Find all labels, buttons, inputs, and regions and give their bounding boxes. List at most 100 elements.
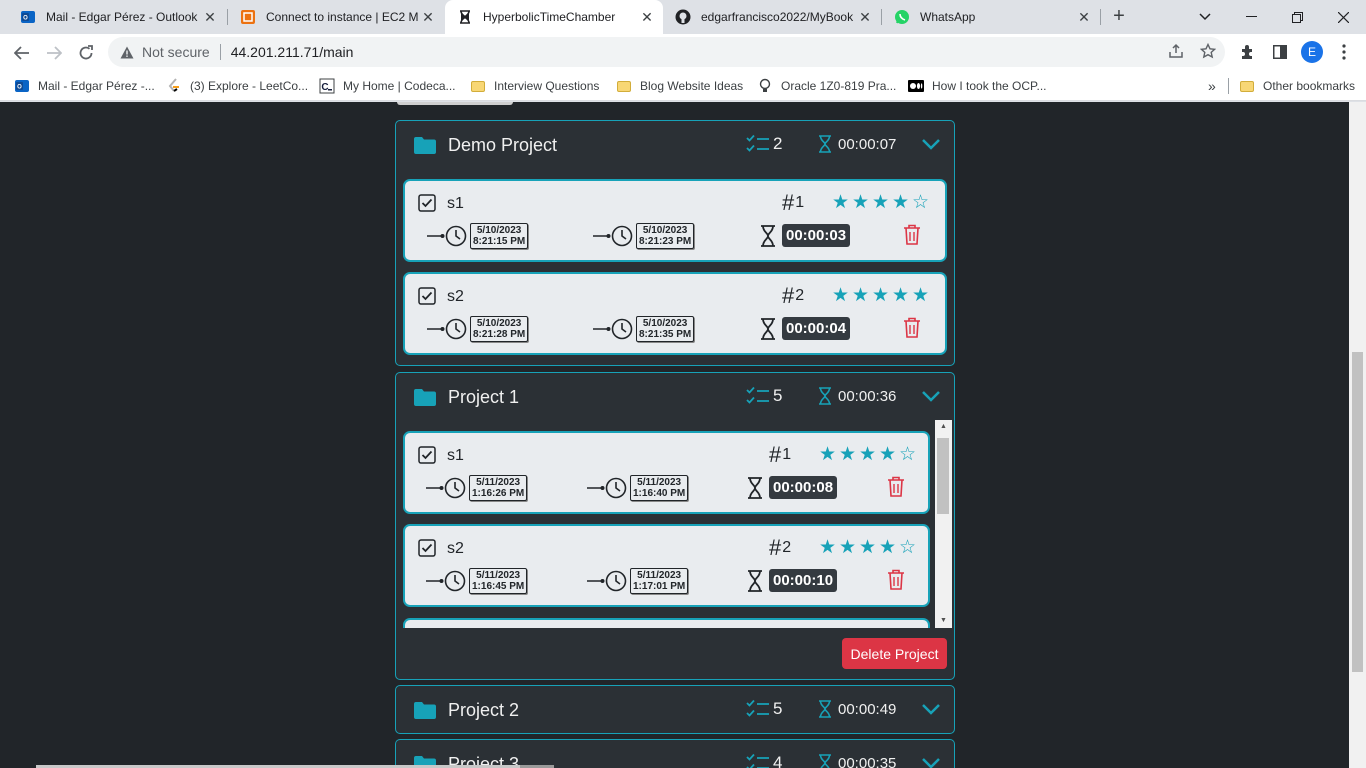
scroll-up-arrow[interactable]: ▲ [935,420,952,434]
other-bookmarks[interactable]: Other bookmarks [1239,76,1355,96]
bookmark-star-icon[interactable] [1199,42,1217,60]
trash-icon[interactable] [903,317,921,339]
trash-icon[interactable] [903,224,921,246]
star-rating[interactable]: ★ ★ ★ ★ ☆ [818,443,917,466]
security-label[interactable]: Not secure [142,44,210,60]
chevron-down-icon[interactable] [921,701,941,717]
warning-icon[interactable] [120,45,134,59]
star-filled-icon[interactable]: ★ [878,536,897,559]
restore-button[interactable] [1274,0,1320,34]
extensions-icon[interactable] [1236,40,1260,64]
tab-outlook[interactable]: O Mail - Edgar Pérez - Outlook ✕ [8,0,226,34]
tab-ec2[interactable]: Connect to instance | EC2 Ma ✕ [228,0,444,34]
total-time-value: 00:00:35 [838,754,897,768]
chevron-down-icon[interactable] [921,136,941,152]
star-filled-icon[interactable]: ★ [818,536,837,559]
star-filled-icon[interactable]: ★ [818,443,837,466]
profile-avatar[interactable]: E [1300,40,1324,64]
close-icon[interactable]: ✕ [855,9,875,26]
page-scrollbar[interactable] [1349,102,1366,768]
close-icon[interactable]: ✕ [418,9,438,26]
star-filled-icon[interactable]: ★ [871,284,890,307]
start-line-icon [427,234,445,238]
bookmark-outlook[interactable]: O Mail - Edgar Pérez -... [14,76,155,96]
bookmark-leetcode[interactable]: (3) Explore - LeetCo... [166,76,308,96]
star-filled-icon[interactable]: ★ [838,443,857,466]
menu-kebab-icon[interactable] [1332,40,1356,64]
bookmark-folder-blog[interactable]: Blog Website Ideas [616,76,743,96]
star-filled-icon[interactable]: ★ [851,284,870,307]
star-filled-icon[interactable]: ★ [831,284,850,307]
star-empty-icon[interactable]: ☆ [911,191,930,214]
scroll-down-arrow[interactable]: ▼ [935,614,952,628]
star-filled-icon[interactable]: ★ [911,284,930,307]
bookmark-codecademy[interactable]: C My Home | Codeca... [319,76,456,96]
project-header[interactable]: Project 1 5 00:00:36 [396,373,954,421]
minimize-button[interactable] [1228,0,1274,34]
trash-icon[interactable] [887,569,905,591]
profile-initial: E [1301,41,1323,63]
star-empty-icon[interactable]: ☆ [898,536,917,559]
checkbox-checked-icon[interactable] [418,446,436,464]
star-filled-icon[interactable]: ★ [838,536,857,559]
star-filled-icon[interactable]: ★ [891,191,910,214]
close-window-button[interactable] [1320,0,1366,34]
star-empty-icon[interactable]: ☆ [898,443,917,466]
close-icon[interactable]: ✕ [200,9,220,26]
chevron-down-icon[interactable] [921,755,941,768]
tab-title: edgarfrancisco2022/MyBook [701,10,854,24]
tab-hyperbolic[interactable]: HyperbolicTimeChamber ✕ [445,0,663,34]
star-rating[interactable]: ★ ★ ★ ★ ☆ [818,536,917,559]
tab-search-button[interactable] [1182,0,1228,34]
scrollbar-thumb[interactable] [1352,352,1363,672]
address-bar[interactable]: Not secure 44.201.211.71/main [108,37,1225,67]
close-icon[interactable]: ✕ [1074,9,1094,26]
forward-button[interactable] [40,39,68,67]
project-header[interactable]: Project 2 5 00:00:49 [396,686,954,734]
bookmark-folder-interview[interactable]: Interview Questions [470,76,599,96]
session-list-scrollbar[interactable]: ▲ ▼ [935,420,952,628]
bookmark-medium[interactable]: How I took the OCP... [908,76,1047,96]
star-filled-icon[interactable]: ★ [891,284,910,307]
chevron-down-icon[interactable] [921,388,941,404]
bookmark-label: Interview Questions [494,79,600,93]
tab-whatsapp[interactable]: WhatsApp ✕ [882,0,1100,34]
delete-project-button[interactable]: Delete Project [842,638,947,669]
back-button[interactable] [8,39,36,67]
start-date: 5/10/2023 [476,318,522,329]
scrollbar-thumb[interactable] [937,438,949,514]
url-text[interactable]: 44.201.211.71/main [231,44,354,60]
checkbox-checked-icon[interactable] [418,287,436,305]
project-header[interactable]: Project 3 4 00:00:35 [396,740,954,768]
hourglass-icon [457,9,473,25]
star-rating[interactable]: ★ ★ ★ ★ ★ [831,284,930,307]
reload-button[interactable] [72,39,100,67]
star-filled-icon[interactable]: ★ [871,191,890,214]
new-tab-button[interactable]: + [1108,5,1130,27]
checklist-icon [746,134,769,152]
bookmark-oracle[interactable]: Oracle 1Z0-819 Pra... [757,76,896,96]
side-panel-icon[interactable] [1268,40,1292,64]
chevron-down-icon [1199,13,1211,21]
hash-icon: # [782,283,795,308]
share-icon[interactable] [1167,42,1185,60]
session-name: s1 [447,447,464,464]
start-clock-time: 1:16:45 PM [472,581,525,592]
trash-icon[interactable] [887,476,905,498]
end-timestamp: 5/11/2023 1:16:40 PM [630,475,689,501]
star-filled-icon[interactable]: ★ [878,443,897,466]
star-filled-icon[interactable]: ★ [851,191,870,214]
end-time: 5/10/2023 8:21:23 PM [593,223,695,249]
star-rating[interactable]: ★ ★ ★ ★ ☆ [831,191,930,214]
tab-github[interactable]: edgarfrancisco2022/MyBook ✕ [663,0,881,34]
bookmarks-overflow-button[interactable]: » [1208,76,1216,96]
checkbox-checked-icon[interactable] [418,539,436,557]
session-name: s1 [447,195,464,212]
folder-icon [616,78,632,94]
star-filled-icon[interactable]: ★ [858,536,877,559]
project-header[interactable]: Demo Project 2 00:00:07 [396,121,954,169]
star-filled-icon[interactable]: ★ [858,443,877,466]
star-filled-icon[interactable]: ★ [831,191,850,214]
checkbox-checked-icon[interactable] [418,194,436,212]
close-icon[interactable]: ✕ [637,9,657,26]
